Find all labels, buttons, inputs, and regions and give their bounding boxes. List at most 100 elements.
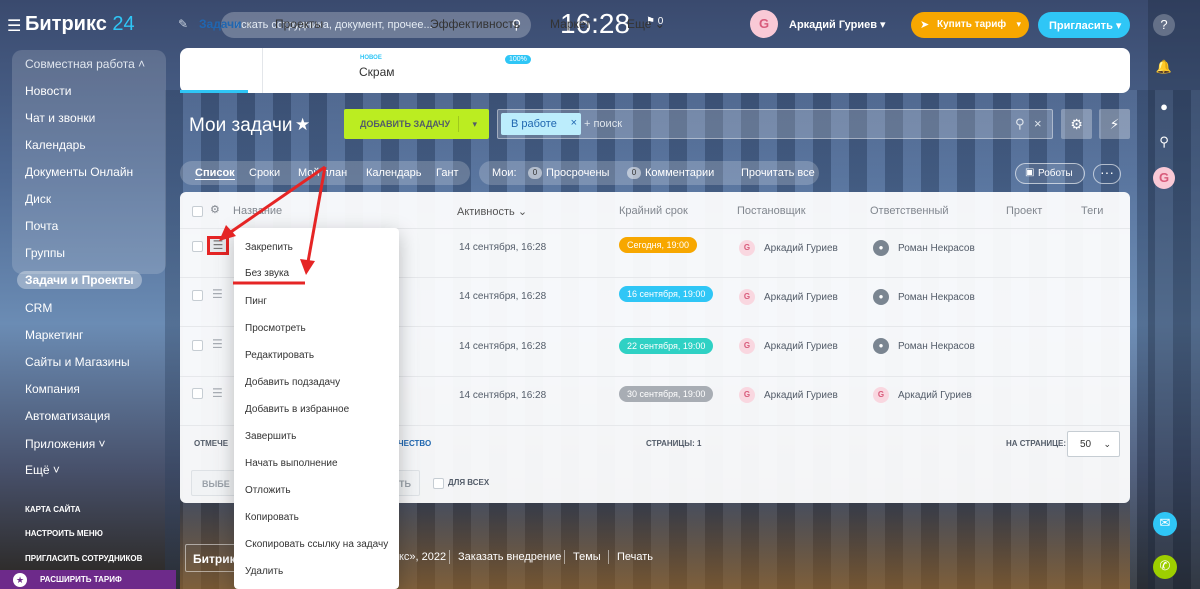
sidebar-item-disk[interactable]: Диск [25,192,51,206]
comments-label[interactable]: Комментарии [645,167,714,179]
filter-placeholder[interactable]: + поиск [584,118,622,130]
view-gantt[interactable]: Гант [436,167,459,179]
per-page-select[interactable]: 50 ⌄ [1067,431,1120,457]
bell-icon[interactable]: 🔔 [1153,56,1175,78]
tab-tasks[interactable]: Задачи [199,17,242,31]
menu-copy[interactable]: Копировать [245,512,299,523]
open-lines-icon[interactable]: ✉ [1153,512,1177,536]
sidebar-item-crm[interactable]: CRM [25,301,52,315]
menu-view[interactable]: Просмотреть [245,323,306,334]
menu-copy-link[interactable]: Скопировать ссылку на задачу [245,539,388,550]
sidebar-item-marketing[interactable]: Маркетинг [25,328,83,342]
chevron-down-icon[interactable]: ▾ [472,119,477,130]
view-plan[interactable]: Мой план [298,167,347,179]
sidebar-item-calendar[interactable]: Календарь [25,138,86,152]
row-checkbox[interactable] [192,290,203,301]
deadline-badge[interactable]: 30 сентября, 19:00 [619,386,714,402]
menu-complete[interactable]: Завершить [245,431,296,442]
col-activity[interactable]: Активность ⌄ [457,205,527,218]
overdue-label[interactable]: Просрочены [546,167,609,179]
pen-icon[interactable]: ✎ [178,17,188,31]
sidebar-item-automation[interactable]: Автоматизация [25,409,110,423]
col-name[interactable]: Название [233,205,282,217]
gear-icon[interactable]: ⚙ [210,203,220,216]
buy-tariff-button[interactable]: ➤ Купить тариф ▾ [911,12,1029,38]
overdue-count[interactable]: 0 [528,167,542,179]
sidebar-invite[interactable]: ПРИГЛАСИТЬ СОТРУДНИКОВ [25,554,142,563]
footer-order-link[interactable]: Заказать внедрение [458,551,561,563]
col-project[interactable]: Проект [1006,205,1042,217]
row-responsible[interactable]: Роман Некрасов [898,292,975,303]
col-deadline[interactable]: Крайний срок [619,205,688,217]
read-all-link[interactable]: Прочитать все [741,167,815,179]
comments-count[interactable]: 0 [627,167,641,179]
row-checkbox[interactable] [192,241,203,252]
sidebar-item-docs[interactable]: Документы Онлайн [25,165,133,179]
gear-icon[interactable]: ⚙ [1061,109,1092,139]
row-checkbox[interactable] [192,340,203,351]
footer-count-link[interactable]: ЧЕСТВО [398,439,431,448]
sidebar-item-mail[interactable]: Почта [25,219,58,233]
expand-tariff-button[interactable]: ★ РАСШИРИТЬ ТАРИФ [0,570,176,589]
col-tags[interactable]: Теги [1081,205,1103,217]
sidebar-item-tasks[interactable]: Задачи и Проекты [17,271,142,289]
col-responsible[interactable]: Ответственный [870,205,949,217]
footer-print-link[interactable]: Печать [617,551,653,563]
tab-scrum[interactable]: Скрам [359,65,395,79]
deadline-badge[interactable]: Сегодня, 19:00 [619,237,698,253]
user-name[interactable]: Аркадий Гуриев ▾ [789,18,886,31]
avatar[interactable]: G [1153,167,1175,189]
sidebar-group-title[interactable]: Совместная работа ˄ [25,57,145,71]
menu-ping[interactable]: Пинг [245,296,267,307]
row-responsible[interactable]: Роман Некрасов [898,341,975,352]
menu-mute[interactable]: Без звука [245,268,289,279]
sidebar-item-news[interactable]: Новости [25,84,71,98]
deadline-badge[interactable]: 16 сентября, 19:00 [619,286,714,302]
row-responsible[interactable]: Роман Некрасов [898,243,975,254]
logo[interactable]: Битрикс 24 [25,13,135,36]
sidebar-sitemap[interactable]: КАРТА САЙТА [25,505,81,514]
row-creator[interactable]: Аркадий Гуриев [764,292,838,303]
tab-efficiency[interactable]: Эффективность [430,17,520,31]
chat-icon[interactable]: ● [1153,96,1175,118]
menu-pin[interactable]: Закрепить [245,242,293,253]
tab-more[interactable]: Еще ⌄ [627,17,665,31]
view-list[interactable]: Список [195,167,235,180]
row-creator[interactable]: Аркадий Гуриев [764,390,838,401]
search-icon[interactable]: ⚲ [1015,116,1025,132]
filter-chip[interactable]: В работе × [501,113,581,135]
drag-icon[interactable]: ☰ [207,236,229,255]
sidebar-item-groups[interactable]: Группы [25,246,65,260]
sidebar-item-chat[interactable]: Чат и звонки [25,111,95,125]
row-checkbox[interactable] [192,388,203,399]
for-all-checkbox[interactable] [433,478,444,489]
row-creator[interactable]: Аркадий Гуриев [764,341,838,352]
lightning-icon[interactable]: ⚡ [1099,109,1130,139]
close-icon[interactable]: × [571,117,577,129]
more-button[interactable]: ··· [1093,164,1121,184]
help-icon[interactable]: ? [1153,14,1175,36]
sidebar-item-sites[interactable]: Сайты и Магазины [25,355,130,369]
star-icon[interactable]: ★ [295,115,310,135]
sidebar-configure-menu[interactable]: НАСТРОИТЬ МЕНЮ [25,529,103,538]
sidebar-item-company[interactable]: Компания [25,382,80,396]
select-all-checkbox[interactable] [192,206,203,217]
tab-projects[interactable]: Проекты [275,17,323,31]
menu-defer[interactable]: Отложить [245,485,291,496]
view-calendar[interactable]: Календарь [366,167,422,179]
menu-delete[interactable]: Удалить [245,566,283,577]
burger-icon[interactable]: ☰ [7,16,21,36]
sidebar-item-more[interactable]: Ещё ˅ [25,463,60,477]
close-icon[interactable]: × [1034,116,1042,131]
col-creator[interactable]: Постановщик [737,205,806,217]
drag-icon[interactable]: ☰ [212,287,224,301]
tab-market[interactable]: Маркет [550,17,591,31]
invite-button[interactable]: Пригласить ▾ [1038,12,1130,38]
robots-button[interactable]: ▣ Роботы [1015,163,1085,184]
menu-start[interactable]: Начать выполнение [245,458,338,469]
sidebar-item-apps[interactable]: Приложения ˅ [25,437,106,451]
avatar[interactable]: G [750,10,778,38]
drag-icon[interactable]: ☰ [212,337,224,351]
row-responsible[interactable]: Аркадий Гуриев [898,390,972,401]
menu-edit[interactable]: Редактировать [245,350,314,361]
